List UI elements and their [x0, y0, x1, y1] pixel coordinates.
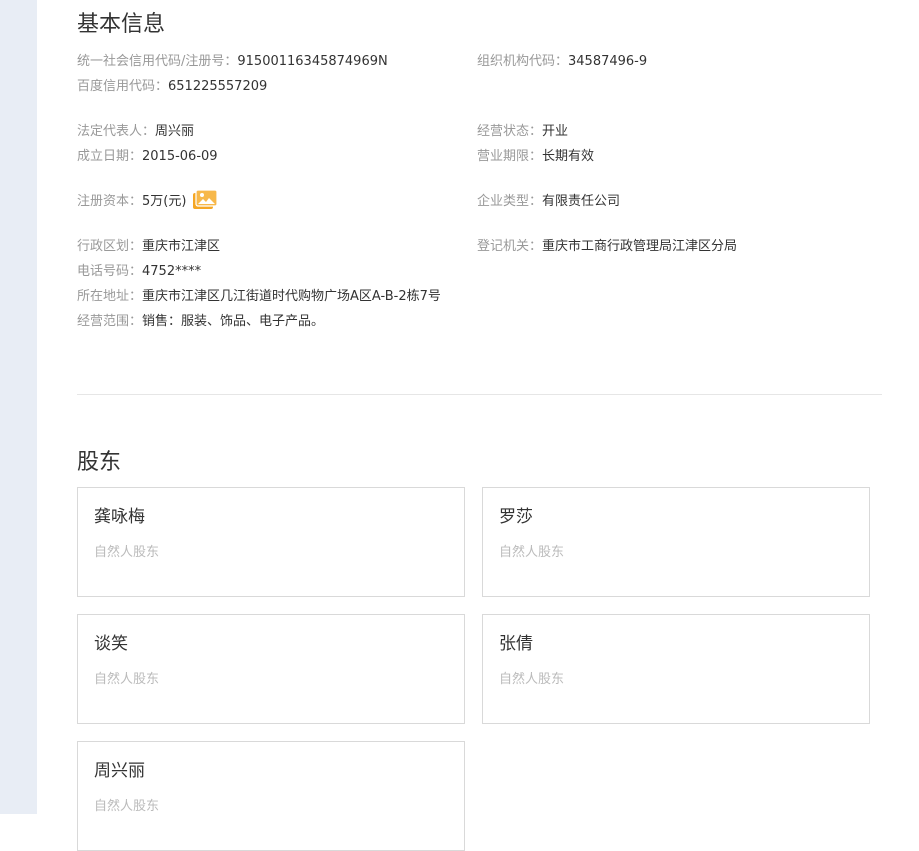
- founded-value: 2015-06-09: [142, 149, 218, 164]
- founded-row: 成立日期：2015-06-09: [77, 147, 218, 167]
- address-label: 所在地址：: [77, 289, 143, 304]
- scope-label: 经营范围：: [77, 314, 143, 329]
- company-type-value: 有限责任公司: [542, 194, 621, 209]
- org-code-value: 34587496-9: [568, 54, 648, 69]
- shareholder-card[interactable]: 谈笑 自然人股东: [77, 614, 465, 724]
- capital-label: 注册资本：: [77, 194, 143, 209]
- phone-value: 4752****: [142, 264, 202, 279]
- legal-rep-label: 法定代表人：: [77, 124, 156, 139]
- baidu-code-label: 百度信用代码：: [77, 79, 169, 94]
- shareholder-type: 自然人股东: [94, 545, 160, 560]
- left-sidebar-rail: [0, 0, 37, 814]
- image-icon[interactable]: [192, 189, 219, 211]
- legal-rep-value[interactable]: 周兴丽: [155, 124, 194, 139]
- term-value: 长期有效: [542, 149, 595, 164]
- shareholder-name[interactable]: 罗莎: [499, 502, 533, 527]
- baidu-code-row: 百度信用代码：651225557209: [77, 77, 267, 97]
- credit-code-label: 统一社会信用代码/注册号：: [77, 54, 238, 69]
- phone-row: 电话号码：4752****: [77, 262, 201, 282]
- shareholder-card[interactable]: 龚咏梅 自然人股东: [77, 487, 465, 597]
- registry-label: 登记机关：: [477, 239, 543, 254]
- scope-row: 经营范围：销售：服装、饰品、电子产品。: [77, 312, 324, 332]
- shareholder-name[interactable]: 周兴丽: [94, 756, 145, 781]
- org-code-row: 组织机构代码：34587496-9: [477, 52, 647, 72]
- founded-label: 成立日期：: [77, 149, 143, 164]
- phone-label: 电话号码：: [77, 264, 143, 279]
- scope-value: 销售：服装、饰品、电子产品。: [142, 314, 325, 329]
- main-content: 基本信息 统一社会信用代码/注册号：91500116345874969N 组织机…: [77, 0, 882, 851]
- shareholder-type: 自然人股东: [94, 799, 160, 814]
- district-value: 重庆市江津区: [142, 239, 221, 254]
- status-label: 经营状态：: [477, 124, 543, 139]
- address-row: 所在地址：重庆市江津区几江街道时代购物广场A区A-B-2栋7号: [77, 287, 441, 307]
- baidu-code-value: 651225557209: [168, 79, 268, 94]
- shareholder-card[interactable]: 张倩 自然人股东: [482, 614, 870, 724]
- shareholder-name[interactable]: 谈笑: [94, 629, 128, 654]
- capital-value: 5万(元): [142, 194, 187, 209]
- shareholder-name[interactable]: 张倩: [499, 629, 533, 654]
- credit-code-value: 91500116345874969N: [237, 54, 388, 69]
- address-value: 重庆市江津区几江街道时代购物广场A区A-B-2栋7号: [142, 289, 441, 304]
- status-row: 经营状态：开业: [477, 122, 568, 142]
- credit-code-row: 统一社会信用代码/注册号：91500116345874969N: [77, 52, 388, 72]
- shareholder-type: 自然人股东: [499, 545, 565, 560]
- term-label: 营业期限：: [477, 149, 543, 164]
- shareholders-title: 股东: [77, 450, 122, 475]
- org-code-label: 组织机构代码：: [477, 54, 569, 69]
- basic-info-title: 基本信息: [77, 12, 166, 37]
- district-row: 行政区划：重庆市江津区: [77, 237, 220, 257]
- legal-rep-row: 法定代表人：周兴丽: [77, 122, 194, 142]
- company-type-label: 企业类型：: [477, 194, 543, 209]
- district-label: 行政区划：: [77, 239, 143, 254]
- term-row: 营业期限：长期有效: [477, 147, 594, 167]
- shareholder-type: 自然人股东: [94, 672, 160, 687]
- section-divider: [77, 394, 882, 395]
- shareholder-type: 自然人股东: [499, 672, 565, 687]
- company-type-row: 企业类型：有限责任公司: [477, 192, 620, 212]
- registry-row: 登记机关：重庆市工商行政管理局江津区分局: [477, 237, 737, 257]
- shareholder-name[interactable]: 龚咏梅: [94, 502, 145, 527]
- registry-value: 重庆市工商行政管理局江津区分局: [542, 239, 738, 254]
- capital-row: 注册资本：5万(元): [77, 189, 219, 214]
- status-value: 开业: [542, 124, 569, 139]
- shareholder-card[interactable]: 罗莎 自然人股东: [482, 487, 870, 597]
- shareholder-card[interactable]: 周兴丽 自然人股东: [77, 741, 465, 851]
